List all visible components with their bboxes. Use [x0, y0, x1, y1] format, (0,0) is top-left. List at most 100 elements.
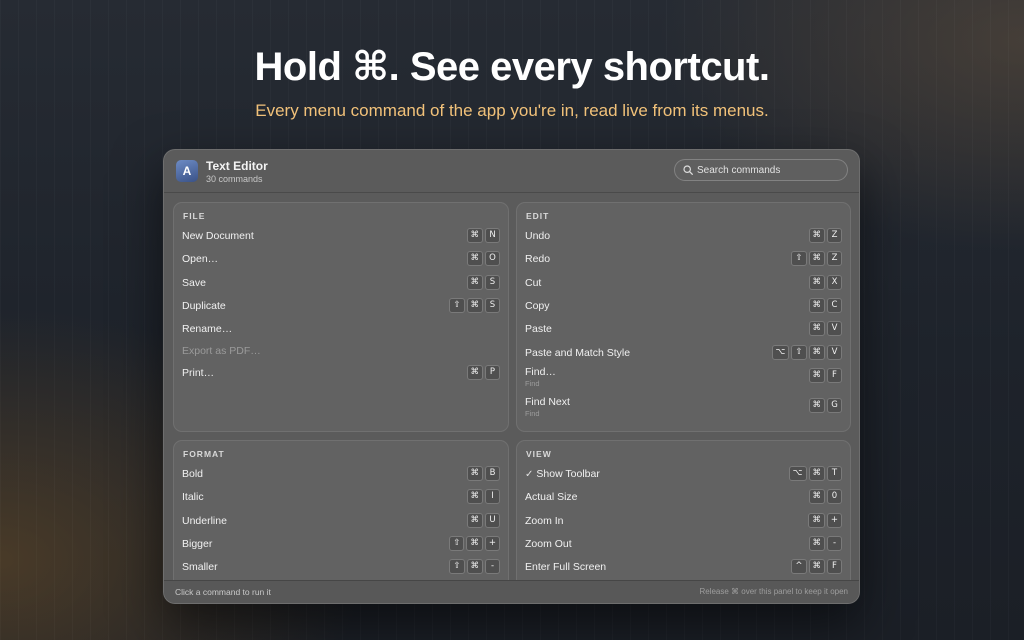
- command-row[interactable]: Smaller ⇧ ⌘ -: [174, 557, 508, 579]
- command-row[interactable]: Save ⌘ S: [174, 273, 508, 295]
- command-row[interactable]: Duplicate ⇧ ⌘ S: [174, 296, 508, 318]
- keycap: B: [485, 466, 500, 481]
- command-row[interactable]: Copy ⌘ C: [517, 296, 850, 318]
- command-row[interactable]: Bigger ⇧ ⌘ +: [174, 534, 508, 556]
- search-box[interactable]: [674, 159, 848, 181]
- command-label-text: Save: [182, 277, 206, 289]
- command-key: ⌘: [808, 536, 825, 551]
- command-label-text: Cut: [525, 277, 542, 289]
- shortcut-keys: ⌥ ⇧ ⌘ V: [771, 345, 842, 360]
- section-title: VIEW: [526, 449, 552, 459]
- section-title: FILE: [183, 211, 206, 221]
- command-row[interactable]: Zoom Out ⌘ -: [517, 534, 850, 556]
- keycap: N: [485, 228, 500, 243]
- command-label: Enter Full Screen: [525, 561, 606, 573]
- keycap: C: [827, 298, 842, 313]
- command-row[interactable]: Find… Find ⌘ F: [517, 366, 850, 388]
- shortcut-keys: ^ ⌘ F: [791, 559, 842, 574]
- command-row[interactable]: Cut ⌘ X: [517, 273, 850, 295]
- command-label-text: Enter Full Screen: [525, 561, 607, 573]
- option-key: ⌥: [788, 466, 807, 481]
- command-key: ⌘: [466, 365, 483, 380]
- command-row[interactable]: Find Next Find ⌘ G: [517, 396, 850, 418]
- command-label: Actual Size: [525, 491, 578, 503]
- keycap: +: [484, 536, 500, 551]
- shortcut-keys: ⇧ ⌘ Z: [791, 251, 842, 266]
- shortcut-keys: ⌘ S: [466, 275, 500, 290]
- command-row[interactable]: Italic ⌘ I: [174, 487, 508, 509]
- shortcut-keys: ⌘ C: [808, 298, 842, 313]
- shortcut-keys: ⌘ O: [466, 251, 500, 266]
- command-label: Print…: [182, 367, 214, 379]
- command-label-text: Italic: [182, 491, 204, 503]
- shortcut-keys: ⌘ U: [466, 513, 500, 528]
- command-label-text: Open…: [182, 253, 219, 265]
- keycap: O: [485, 251, 500, 266]
- command-label: Italic: [182, 491, 204, 503]
- command-label: Paste and Match Style: [525, 347, 630, 359]
- shortcut-keys: ⌘ X: [808, 275, 842, 290]
- command-row[interactable]: Open… ⌘ O: [174, 249, 508, 271]
- command-label-text: Copy: [525, 300, 550, 312]
- shift-key: ⇧: [449, 298, 465, 313]
- command-row[interactable]: Zoom In ⌘ +: [517, 511, 850, 533]
- keycap: S: [485, 275, 500, 290]
- command-row[interactable]: Redo ⇧ ⌘ Z: [517, 249, 850, 271]
- command-label-text: Find Next: [525, 396, 570, 408]
- command-label-text: Find…: [525, 366, 556, 378]
- command-row[interactable]: Rename…: [174, 319, 508, 341]
- command-row[interactable]: Undo ⌘ Z: [517, 226, 850, 248]
- shortcut-keys: ⌘ Z: [808, 228, 842, 243]
- command-key: ⌘: [808, 321, 825, 336]
- keycap: +: [826, 513, 842, 528]
- command-key: ⌘: [808, 298, 825, 313]
- keycap: V: [827, 345, 842, 360]
- command-row: Export as PDF…: [174, 341, 508, 363]
- shortcut-keys: ⌘ N: [466, 228, 500, 243]
- command-label-text: Underline: [182, 515, 227, 527]
- command-row[interactable]: Enter Full Screen ^ ⌘ F: [517, 557, 850, 579]
- checkmark-icon: ✓: [525, 469, 534, 480]
- panel-header: A Text Editor 30 commands: [164, 150, 859, 193]
- command-key: ⌘: [466, 251, 483, 266]
- search-input[interactable]: [697, 160, 839, 180]
- shortcut-keys: ⇧ ⌘ S: [449, 298, 500, 313]
- command-row[interactable]: Bold ⌘ B: [174, 464, 508, 486]
- command-label-text: Paste: [525, 323, 552, 335]
- command-row[interactable]: Underline ⌘ U: [174, 511, 508, 533]
- command-row[interactable]: New Document ⌘ N: [174, 226, 508, 248]
- command-row[interactable]: Print… ⌘ P: [174, 363, 508, 385]
- shortcut-keys: ⌘ B: [466, 466, 500, 481]
- command-label: Bigger: [182, 538, 212, 550]
- command-row[interactable]: ✓ Show Toolbar ⌥ ⌘ T: [517, 464, 850, 486]
- command-label: Cut: [525, 277, 541, 289]
- command-label-text: Zoom Out: [525, 538, 572, 550]
- keycap: T: [827, 466, 842, 481]
- command-label-text: Duplicate: [182, 300, 226, 312]
- command-label: Underline: [182, 515, 227, 527]
- command-row[interactable]: Paste ⌘ V: [517, 319, 850, 341]
- command-label: Paste: [525, 323, 552, 335]
- option-key: ⌥: [771, 345, 790, 360]
- command-key: ⌘: [808, 559, 825, 574]
- shortcut-keys: ⌘ +: [808, 513, 842, 528]
- section-edit: EDIT Undo ⌘ Z Redo ⇧ ⌘ Z Cut ⌘ X Copy ⌘ C Paste ⌘ V Past…: [516, 202, 851, 432]
- footer-hint: Click a command to run it: [175, 587, 271, 597]
- command-row[interactable]: Actual Size ⌘ 0: [517, 487, 850, 509]
- keycap: F: [827, 559, 842, 574]
- footer-release-hint: Release ⌘ over this panel to keep it ope…: [699, 587, 848, 596]
- command-label: Copy: [525, 300, 550, 312]
- shortcut-keys: ⌘ F: [808, 368, 842, 383]
- section-title: EDIT: [526, 211, 550, 221]
- keycap: Z: [827, 251, 842, 266]
- command-label: Zoom Out: [525, 538, 572, 550]
- shortcut-keys: ⌥ ⌘ T: [788, 466, 842, 481]
- shortcut-keys: ⇧ ⌘ -: [449, 559, 500, 574]
- keycap: Z: [827, 228, 842, 243]
- command-key: ⌘: [808, 398, 825, 413]
- command-label-text: Export as PDF…: [182, 345, 261, 357]
- command-row[interactable]: Paste and Match Style ⌥ ⇧ ⌘ V: [517, 343, 850, 365]
- command-label-text: Undo: [525, 230, 551, 242]
- command-label-text: Rename…: [182, 323, 233, 335]
- command-label: ✓ Show Toolbar: [525, 468, 600, 480]
